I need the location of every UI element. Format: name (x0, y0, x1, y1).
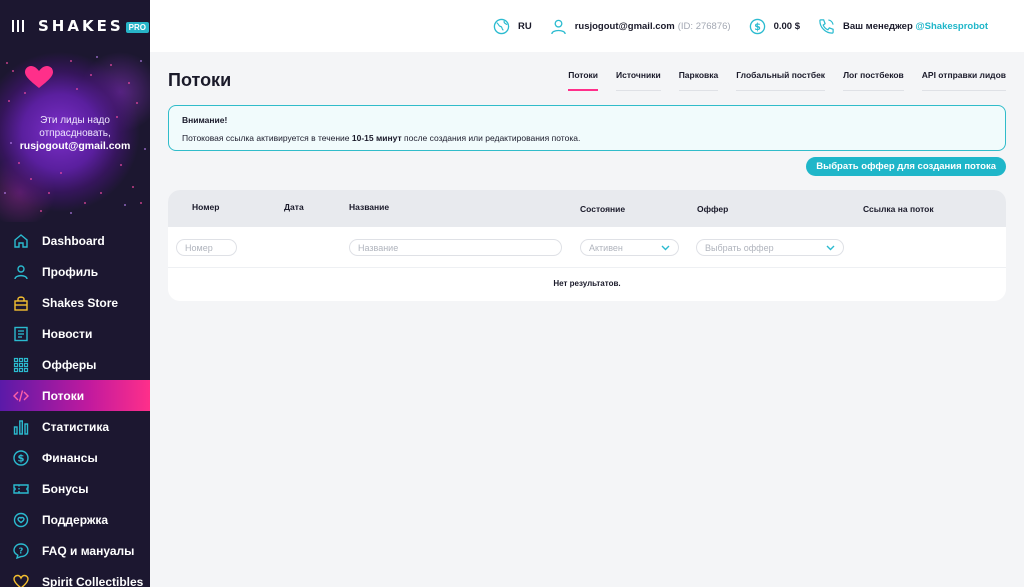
brand: SHAKES PRO (0, 0, 150, 52)
header-link: Ссылка на поток (863, 204, 934, 214)
balance-value: 0.00 $ (773, 20, 800, 32)
streams-table: Номер Дата Название Состояние Оффер Ссыл… (168, 190, 1006, 301)
user-email: rusjogout@gmail.com (574, 20, 675, 32)
grid-icon (13, 357, 29, 373)
sidebar-item-label: Статистика (42, 419, 110, 434)
sidebar-item-label: FAQ и мануалы (42, 543, 135, 558)
sidebar-item-dashboard[interactable]: Dashboard (0, 225, 150, 256)
offer-filter-select[interactable]: Выбрать оффер (696, 239, 844, 256)
header-offer[interactable]: Оффер (697, 204, 728, 214)
select-offer-button[interactable]: Выбрать оффер для создания потока (806, 157, 1006, 176)
promo-line1: Эти лиды надо (40, 115, 110, 126)
globe-icon (493, 18, 510, 34)
svg-text:?: ? (19, 546, 24, 555)
chart-icon (13, 419, 29, 435)
user-icon (550, 19, 566, 34)
sidebar-item-label: Финансы (42, 450, 98, 465)
tabs: Потоки Источники Парковка Глобальный пос… (568, 70, 1006, 91)
sidebar-item-label: Профиль (42, 264, 99, 279)
sidebar-item-support[interactable]: Поддержка (0, 504, 150, 535)
sidebar-item-spirit[interactable]: Spirit Collectibles (0, 566, 150, 587)
state-filter-value: Активен (589, 242, 623, 253)
sidebar-item-label: Spirit Collectibles (42, 574, 144, 587)
sidebar-item-bonuses[interactable]: Бонусы (0, 473, 150, 504)
alert-title: Внимание! (182, 115, 228, 125)
balance[interactable]: $ 0.00 $ (749, 18, 800, 35)
heart-icon (13, 574, 29, 587)
code-icon (13, 388, 29, 404)
header-state[interactable]: Состояние (580, 204, 625, 214)
news-icon (13, 326, 29, 342)
page-title: Потоки (168, 70, 232, 90)
chevron-down-icon (661, 245, 670, 250)
language-label: RU (517, 20, 532, 32)
sidebar-item-finance[interactable]: $ Финансы (0, 442, 150, 473)
sidebar-item-stats[interactable]: Статистика (0, 411, 150, 442)
tab-global-postback[interactable]: Глобальный постбек (736, 70, 826, 91)
sidebar-item-faq[interactable]: ? FAQ и мануалы (0, 535, 150, 566)
chevron-down-icon (826, 245, 835, 250)
svg-text:$: $ (18, 453, 25, 464)
user-account[interactable]: rusjogout@gmail.com (ID: 276876) (550, 18, 731, 35)
sidebar-item-label: Новости (42, 326, 93, 341)
tab-postback-log[interactable]: Лог постбеков (843, 70, 904, 91)
ticket-icon (13, 481, 29, 497)
alert-text-bold: 10-15 минут (351, 133, 402, 143)
user-icon (13, 264, 29, 280)
promo-text: Эти лиды надо отпрасдновать, rusjogout@g… (0, 114, 150, 153)
svg-text:$: $ (754, 22, 761, 33)
sidebar-item-offers[interactable]: Офферы (0, 349, 150, 380)
sidebar-item-label: Бонусы (42, 481, 89, 496)
promo-line2: отпрасдновать, (39, 128, 111, 139)
sidebar: SHAKES PRO Эти лиды надо отпрасдновать, … (0, 0, 150, 587)
alert-text: Потоковая ссылка активируется в течение … (182, 133, 992, 143)
sidebar-item-store[interactable]: Shakes Store (0, 287, 150, 318)
number-filter-input[interactable] (176, 239, 237, 256)
support-icon (13, 512, 29, 528)
sidebar-item-streams[interactable]: Потоки (0, 380, 150, 411)
user-id: (ID: 276876) (677, 20, 731, 32)
table-header: Номер Дата Название Состояние Оффер Ссыл… (168, 190, 1006, 227)
header-date[interactable]: Дата (284, 202, 304, 212)
promo-email: rusjogout@gmail.com (19, 140, 131, 152)
manager-contact[interactable]: Ваш менеджер @Shakesprobot (818, 18, 988, 35)
question-icon: ? (13, 542, 29, 559)
sidebar-item-label: Поддержка (42, 512, 109, 527)
tab-leads-api[interactable]: API отправки лидов (921, 70, 1006, 91)
sidebar-item-label: Офферы (42, 357, 97, 372)
empty-state: Нет результатов. (553, 279, 621, 288)
alert-text-before: Потоковая ссылка активируется в течение (182, 133, 352, 143)
heart-icon (25, 66, 53, 88)
filter-row: Активен Выбрать оффер (168, 227, 1006, 268)
bag-icon (13, 295, 29, 311)
header-number[interactable]: Номер (192, 202, 219, 212)
logo-text: SHAKES (38, 17, 124, 35)
sidebar-item-news[interactable]: Новости (0, 318, 150, 349)
sidebar-item-label: Потоки (42, 388, 85, 403)
phone-icon (819, 18, 834, 34)
pro-badge: PRO (125, 21, 149, 33)
tab-sources[interactable]: Источники (616, 70, 661, 91)
menu-toggle-icon[interactable] (12, 20, 24, 32)
sidebar-item-label: Shakes Store (42, 295, 119, 310)
offer-filter-value: Выбрать оффер (705, 242, 774, 253)
language-selector[interactable]: RU (493, 18, 532, 35)
sidebar-nav: Dashboard Профиль Shakes Store Новости О… (0, 225, 150, 587)
name-filter-input[interactable] (349, 239, 562, 256)
promo-banner: Эти лиды надо отпрасдновать, rusjogout@g… (0, 52, 150, 222)
sidebar-item-profile[interactable]: Профиль (0, 256, 150, 287)
alert-box: Внимание! Потоковая ссылка активируется … (168, 105, 1006, 151)
sidebar-item-label: Dashboard (42, 233, 105, 248)
topbar: RU rusjogout@gmail.com (ID: 276876) $ 0.… (150, 0, 1024, 52)
dollar-icon: $ (749, 18, 765, 34)
tab-streams[interactable]: Потоки (568, 70, 599, 91)
header-name[interactable]: Название (349, 202, 389, 212)
state-filter-select[interactable]: Активен (580, 239, 679, 256)
manager-handle[interactable]: @Shakesprobot (915, 21, 988, 32)
dollar-icon: $ (13, 449, 29, 466)
tab-parking[interactable]: Парковка (678, 70, 719, 91)
manager-label: Ваш менеджер (842, 20, 913, 32)
alert-text-after: после создания или редактирования потока… (401, 133, 581, 143)
home-icon (13, 233, 29, 249)
